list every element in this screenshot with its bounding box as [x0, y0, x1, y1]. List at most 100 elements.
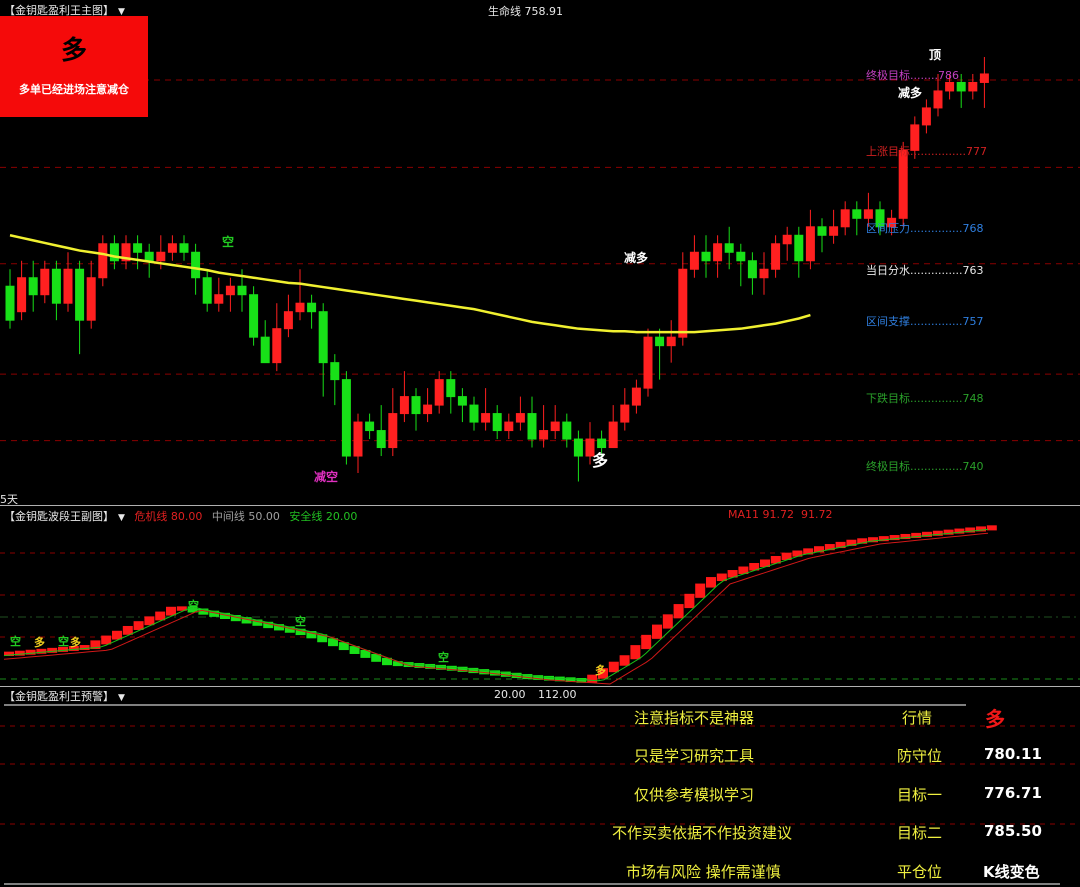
- candle[interactable]: [307, 302, 317, 313]
- alert-row-value: 785.50: [984, 822, 1042, 840]
- candle[interactable]: [214, 294, 224, 304]
- candle[interactable]: [979, 73, 989, 83]
- candle[interactable]: [434, 379, 444, 406]
- oscillator-bar: [662, 614, 673, 629]
- candle[interactable]: [144, 251, 154, 262]
- candle[interactable]: [771, 243, 781, 270]
- candle[interactable]: [283, 311, 293, 330]
- sub-signal-label: 空: [188, 599, 199, 612]
- candle[interactable]: [51, 268, 61, 304]
- candle[interactable]: [225, 285, 235, 296]
- candle[interactable]: [481, 413, 491, 423]
- candle[interactable]: [550, 421, 560, 432]
- candle[interactable]: [318, 311, 328, 364]
- candle[interactable]: [666, 336, 676, 347]
- candle[interactable]: [492, 413, 502, 432]
- candle[interactable]: [86, 277, 96, 321]
- candle[interactable]: [747, 260, 757, 279]
- candle[interactable]: [237, 285, 247, 296]
- candle[interactable]: [539, 430, 549, 440]
- candle[interactable]: [295, 302, 305, 313]
- candle[interactable]: [376, 430, 386, 449]
- candle[interactable]: [805, 226, 815, 262]
- signal-annotation: 顶: [929, 48, 942, 62]
- candle[interactable]: [399, 396, 409, 415]
- alert-row-label: 平仓位: [897, 863, 943, 881]
- candle[interactable]: [446, 379, 456, 398]
- candle[interactable]: [840, 209, 850, 228]
- candle[interactable]: [921, 107, 931, 126]
- main-chart-panel[interactable]: 【金钥匙盈利王主图】 ▼ 生命线 758.91 多 多单已经进场注意减仓 5天 终…: [0, 0, 1080, 506]
- candle[interactable]: [341, 379, 351, 457]
- candle[interactable]: [156, 251, 166, 262]
- oscillator-bar: [986, 525, 997, 531]
- candle[interactable]: [631, 387, 641, 406]
- candle[interactable]: [457, 396, 467, 406]
- candle[interactable]: [423, 404, 433, 415]
- candle[interactable]: [179, 243, 189, 253]
- candle[interactable]: [388, 413, 398, 449]
- candle[interactable]: [5, 285, 15, 321]
- candle[interactable]: [608, 421, 618, 449]
- candle[interactable]: [75, 268, 85, 321]
- candle[interactable]: [109, 243, 119, 262]
- candle[interactable]: [933, 90, 943, 109]
- candle[interactable]: [759, 268, 769, 279]
- candle[interactable]: [620, 404, 630, 423]
- candle[interactable]: [817, 226, 827, 236]
- candle[interactable]: [898, 149, 908, 219]
- sub-chart-title[interactable]: 【金钥匙波段王副图】 ▼ 危机线 80.00 中间线 50.00 安全线 20.0…: [4, 508, 357, 524]
- candle[interactable]: [945, 81, 955, 92]
- candle[interactable]: [133, 243, 143, 253]
- candle[interactable]: [956, 81, 966, 92]
- candle[interactable]: [191, 251, 201, 279]
- level-label: 当日分水...............763: [866, 264, 984, 278]
- alert-panel[interactable]: 【金钥匙盈利王预警】 ▼ 20.00 112.00 注意指标不是神器 行情 多只是学习…: [0, 688, 1080, 887]
- candle[interactable]: [701, 251, 711, 262]
- candle[interactable]: [863, 209, 873, 219]
- sub-signal-label: 多: [70, 636, 81, 649]
- candle[interactable]: [968, 81, 978, 92]
- candle[interactable]: [782, 234, 792, 245]
- candle[interactable]: [829, 226, 839, 236]
- candle[interactable]: [678, 268, 688, 338]
- candle[interactable]: [63, 268, 73, 304]
- candle[interactable]: [515, 413, 525, 423]
- candle[interactable]: [260, 336, 270, 364]
- candle[interactable]: [98, 243, 108, 279]
- alert-panel-title[interactable]: 【金钥匙盈利王预警】 ▼: [4, 688, 125, 704]
- candle[interactable]: [17, 277, 27, 313]
- candle[interactable]: [573, 438, 583, 457]
- candle[interactable]: [689, 251, 699, 270]
- signal-text: 多单已经进场注意减仓: [19, 83, 129, 96]
- candle[interactable]: [713, 243, 723, 262]
- candle[interactable]: [562, 421, 572, 440]
- candle[interactable]: [852, 209, 862, 219]
- candle[interactable]: [202, 277, 212, 304]
- candle[interactable]: [527, 413, 537, 440]
- signal-box: 多 多单已经进场注意减仓: [0, 16, 148, 117]
- signal-annotation: 减多: [898, 86, 923, 100]
- sub-chart-panel[interactable]: 【金钥匙波段王副图】 ▼ 危机线 80.00 中间线 50.00 安全线 20.0…: [0, 507, 1080, 687]
- sub-chart-canvas[interactable]: [0, 507, 1080, 687]
- candle[interactable]: [272, 328, 282, 364]
- chevron-down-icon[interactable]: ▼: [118, 513, 125, 523]
- candle[interactable]: [249, 294, 259, 338]
- candle[interactable]: [167, 243, 177, 253]
- alert-row-text: 仅供参考模拟学习: [634, 786, 755, 804]
- candle[interactable]: [40, 268, 50, 296]
- candle[interactable]: [330, 362, 340, 381]
- candle[interactable]: [655, 336, 665, 347]
- candle[interactable]: [469, 404, 479, 423]
- candle[interactable]: [794, 234, 804, 262]
- candle[interactable]: [28, 277, 38, 296]
- candle[interactable]: [724, 243, 734, 253]
- candle[interactable]: [365, 421, 375, 432]
- candle[interactable]: [353, 421, 363, 457]
- candle[interactable]: [504, 421, 514, 432]
- candle[interactable]: [736, 251, 746, 262]
- candle[interactable]: [411, 396, 421, 415]
- sub-signal-label: 空: [438, 651, 449, 664]
- chevron-down-icon[interactable]: ▼: [118, 693, 125, 703]
- candle[interactable]: [643, 336, 653, 389]
